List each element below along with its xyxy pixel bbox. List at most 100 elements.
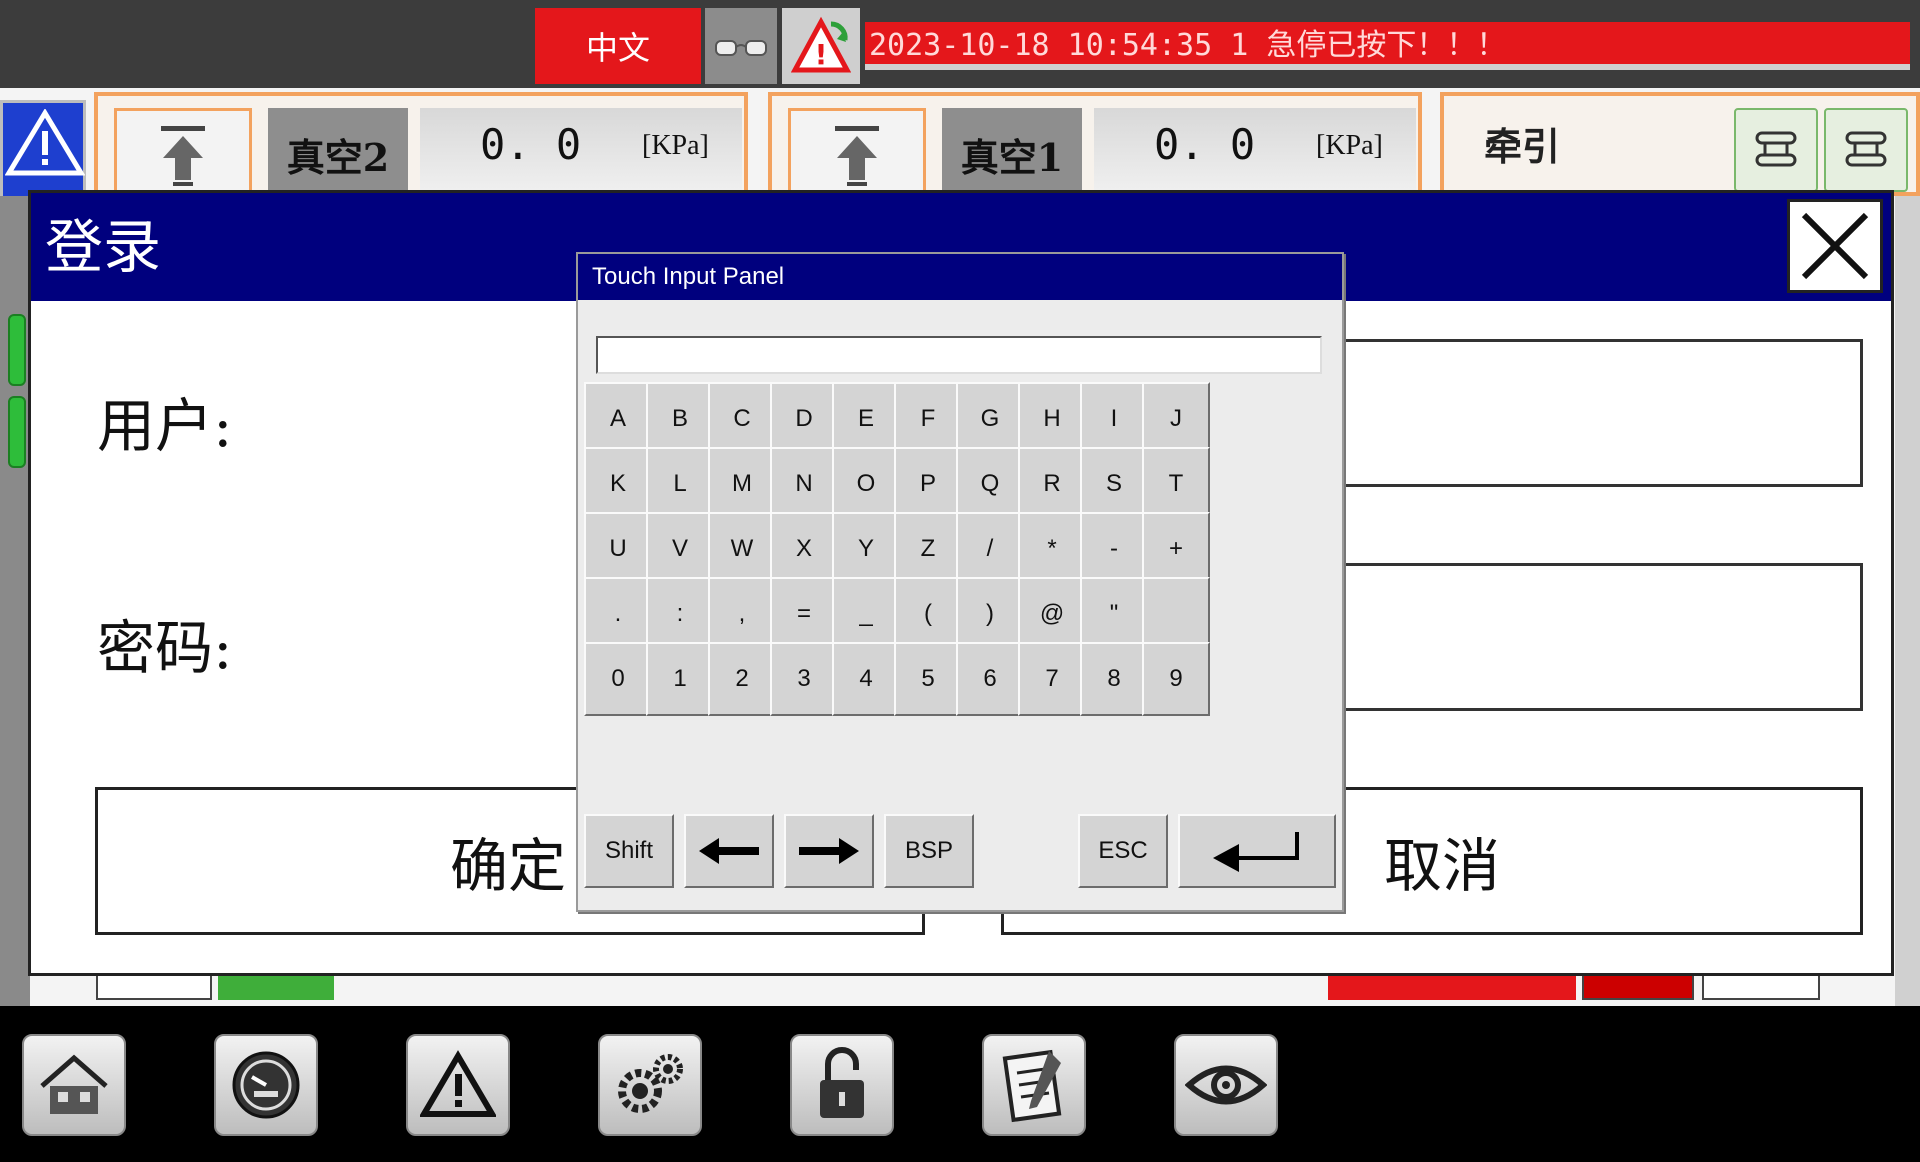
key-r4c9[interactable]: 9 (1142, 642, 1210, 716)
alarm-acknowledge-button[interactable]: ! (782, 8, 860, 84)
key-r4c1[interactable]: 1 (646, 642, 714, 716)
alarm-banner[interactable]: 2023-10-18 10:54:35 1 急停已按下！！！ (865, 22, 1910, 70)
backspace-key[interactable]: BSP (884, 814, 974, 888)
key-r0c4[interactable]: E (832, 382, 900, 456)
glasses-icon (715, 40, 767, 56)
key-r2c6[interactable]: / (956, 512, 1024, 586)
traction-label: 牵引 (1484, 124, 1561, 169)
key-r4c8[interactable]: 8 (1080, 642, 1148, 716)
key-r1c4[interactable]: O (832, 447, 900, 521)
key-r4c4[interactable]: 4 (832, 642, 900, 716)
key-r0c3[interactable]: D (770, 382, 838, 456)
key-r2c7[interactable]: * (1018, 512, 1086, 586)
svg-text:!: ! (815, 38, 828, 71)
unlock-icon (820, 1047, 864, 1118)
shift-key[interactable]: Shift (584, 814, 674, 888)
key-r1c0[interactable]: K (584, 447, 652, 521)
alarm-button[interactable] (406, 1034, 510, 1136)
arrow-right-key[interactable] (784, 814, 874, 888)
key-r4c7[interactable]: 7 (1018, 642, 1086, 716)
key-r0c9[interactable]: J (1142, 382, 1210, 456)
key-r1c8[interactable]: S (1080, 447, 1148, 521)
home-button[interactable] (22, 1034, 126, 1136)
key-r1c3[interactable]: N (770, 447, 838, 521)
right-side-strip (1895, 196, 1920, 1016)
vacuum-2-lift-button[interactable] (114, 108, 252, 200)
key-r0c8[interactable]: I (1080, 382, 1148, 456)
key-r4c2[interactable]: 2 (708, 642, 776, 716)
key-r1c5[interactable]: P (894, 447, 962, 521)
vacuum-1-tag: 真空1 (942, 108, 1082, 200)
vacuum-1-lift-button[interactable] (788, 108, 926, 200)
gauge-icon (232, 1051, 300, 1119)
key-r0c0[interactable]: A (584, 382, 652, 456)
key-r4c0[interactable]: 0 (584, 642, 652, 716)
vacuum-1-value: 0. 0 (1154, 120, 1256, 169)
language-button[interactable]: 中文 (535, 8, 701, 84)
arrow-up-icon (835, 125, 879, 186)
key-r0c6[interactable]: G (956, 382, 1024, 456)
home-icon (40, 1054, 108, 1114)
key-r1c6[interactable]: Q (956, 447, 1024, 521)
vacuum-2-value: 0. 0 (480, 120, 582, 169)
escape-key[interactable]: ESC (1078, 814, 1168, 888)
traction-forward-button[interactable] (1734, 108, 1818, 192)
key-r4c5[interactable]: 5 (894, 642, 962, 716)
vacuum-2-panel: 真空2 0. 0 [KPa] (94, 92, 748, 200)
gauge-button[interactable] (214, 1034, 318, 1136)
key-r0c5[interactable]: F (894, 382, 962, 456)
unlock-button[interactable] (790, 1034, 894, 1136)
key-r3c7[interactable]: @ (1018, 577, 1086, 651)
key-r2c8[interactable]: - (1080, 512, 1148, 586)
key-r2c9[interactable]: + (1142, 512, 1210, 586)
key-r3c8[interactable]: " (1080, 577, 1148, 651)
key-r2c1[interactable]: V (646, 512, 714, 586)
key-r0c1[interactable]: B (646, 382, 714, 456)
key-r3c6[interactable]: ) (956, 577, 1024, 651)
vacuum-1-unit: [KPa] (1316, 130, 1383, 161)
key-r2c0[interactable]: U (584, 512, 652, 586)
key-r0c7[interactable]: H (1018, 382, 1086, 456)
recipe-button[interactable] (982, 1034, 1086, 1136)
traction-reverse-button[interactable] (1824, 108, 1908, 192)
notepad-icon (1002, 1049, 1062, 1123)
key-r3c0[interactable]: . (584, 577, 652, 651)
key-r3c3[interactable]: = (770, 577, 838, 651)
key-r1c1[interactable]: L (646, 447, 714, 521)
settings-button[interactable] (598, 1034, 702, 1136)
cancel-label: 取消 (1384, 832, 1501, 900)
key-r2c5[interactable]: Z (894, 512, 962, 586)
key-r2c4[interactable]: Y (832, 512, 900, 586)
key-r3c1[interactable]: : (646, 577, 714, 651)
enter-icon (1213, 832, 1299, 872)
close-button[interactable] (1787, 199, 1883, 293)
username-input[interactable] (1341, 339, 1863, 487)
status-led (8, 314, 26, 386)
arrow-left-key[interactable] (684, 814, 774, 888)
enter-key[interactable] (1178, 814, 1336, 888)
vacuum-2-unit: [KPa] (642, 130, 709, 161)
arrow-left-icon (699, 838, 759, 864)
key-r4c3[interactable]: 3 (770, 642, 838, 716)
emergency-stop-indicator[interactable] (0, 100, 86, 200)
key-r0c2[interactable]: C (708, 382, 776, 456)
key-r3c2[interactable]: , (708, 577, 776, 651)
key-r3c4[interactable]: _ (832, 577, 900, 651)
key-r1c7[interactable]: R (1018, 447, 1086, 521)
key-r4c6[interactable]: 6 (956, 642, 1024, 716)
key-r1c9[interactable]: T (1142, 447, 1210, 521)
key-blank[interactable] (1142, 577, 1210, 651)
key-r2c2[interactable]: W (708, 512, 776, 586)
view-button[interactable] (1174, 1034, 1278, 1136)
key-r3c5[interactable]: ( (894, 577, 962, 651)
warning-icon (420, 1050, 496, 1117)
password-input[interactable] (1341, 563, 1863, 711)
key-r2c3[interactable]: X (770, 512, 838, 586)
glasses-button[interactable] (705, 8, 777, 84)
vacuum-2-tag: 真空2 (268, 108, 408, 200)
key-r1c2[interactable]: M (708, 447, 776, 521)
eye-icon (1185, 1065, 1267, 1105)
password-label: 密码: (97, 614, 233, 682)
vacuum-2-value-box: 0. 0 [KPa] (420, 108, 742, 200)
touch-panel-input[interactable] (596, 336, 1322, 374)
